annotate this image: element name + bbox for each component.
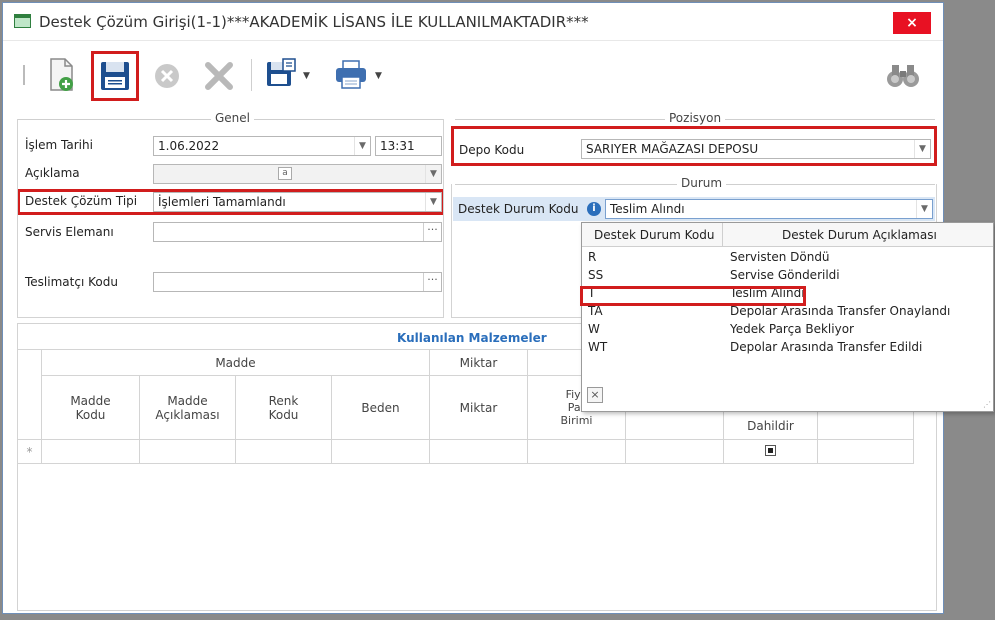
new-row-madde-aciklamasi-cell[interactable]	[139, 439, 236, 464]
depo-kodu-select[interactable]: SARIYER MAĞAZASI DEPOSU ▼	[581, 139, 931, 159]
madde-kodu-header[interactable]: Madde Kodu	[41, 375, 140, 440]
save-as-button[interactable]	[261, 55, 301, 95]
popup-row[interactable]: WT Depolar Arasında Transfer Edildi	[582, 339, 993, 357]
save-button[interactable]	[91, 51, 139, 101]
madde-group-header: Madde	[41, 349, 430, 376]
delete-button[interactable]	[199, 55, 239, 95]
binoculars-icon	[887, 65, 919, 87]
title-bar: Destek Çözüm Girişi(1-1)***AKADEMİK LİSA…	[3, 3, 943, 41]
miktar-header[interactable]: Miktar	[429, 375, 528, 440]
destek-durum-popup: Destek Durum Kodu Destek Durum Açıklamas…	[580, 222, 994, 412]
print-button[interactable]	[331, 55, 371, 95]
save-as-icon	[267, 58, 296, 86]
new-row-marker: *	[17, 439, 42, 464]
malzemeler-title: Kullanılan Malzemeler	[397, 331, 547, 345]
toolbar-grip[interactable]	[23, 65, 25, 85]
new-row-beden-cell[interactable]	[331, 439, 430, 464]
popup-col-desc[interactable]: Destek Durum Açıklaması	[782, 228, 937, 242]
row-indicator-header	[17, 349, 42, 440]
destek-durum-kodu-dropdown-icon[interactable]: ▼	[916, 200, 932, 218]
popup-header: Destek Durum Kodu Destek Durum Açıklamas…	[582, 223, 993, 247]
madde-aciklamasi-header[interactable]: Madde Açıklaması	[139, 375, 236, 440]
new-document-icon	[50, 58, 73, 91]
popup-row-desc: Depolar Arasında Transfer Onaylandı	[730, 304, 951, 318]
popup-row-desc: Depolar Arasında Transfer Edildi	[730, 340, 923, 354]
window-title: Destek Çözüm Girişi(1-1)***AKADEMİK LİSA…	[39, 13, 589, 31]
new-row-extra-cell[interactable]	[625, 439, 724, 464]
depo-kodu-dropdown-icon[interactable]: ▼	[914, 140, 930, 158]
destek-durum-kodu-label: Destek Durum Kodu	[458, 202, 579, 216]
popup-row-code: W	[588, 322, 600, 336]
popup-row[interactable]: R Servisten Döndü	[582, 249, 993, 267]
popup-row[interactable]: W Yedek Parça Bekliyor	[582, 321, 993, 339]
new-row-fiyat-cell[interactable]	[527, 439, 626, 464]
popup-row-code: TA	[588, 304, 603, 318]
genel-panel	[17, 119, 444, 318]
info-icon[interactable]: i	[587, 202, 601, 216]
new-row-dahildir-cell[interactable]	[723, 439, 818, 464]
toolbar-separator	[251, 59, 252, 91]
depo-kodu-label: Depo Kodu	[459, 143, 525, 157]
popup-header-divider	[722, 223, 723, 247]
print-icon	[336, 60, 366, 89]
print-caret-icon[interactable]: ▼	[375, 71, 382, 81]
dahildir-checkbox[interactable]	[765, 444, 776, 456]
save-as-caret-icon[interactable]: ▼	[303, 71, 310, 81]
miktar-group-header: Miktar	[429, 349, 528, 376]
find-button[interactable]	[883, 55, 923, 95]
renk-kodu-header[interactable]: Renk Kodu	[235, 375, 332, 440]
new-row-aciklamasi-cell[interactable]	[817, 439, 914, 464]
new-row-madde-kodu-cell[interactable]	[41, 439, 140, 464]
destek-durum-kodu-value: Teslim Alındı	[610, 202, 685, 216]
popup-col-code[interactable]: Destek Durum Kodu	[594, 228, 714, 242]
pozisyon-group-title: Pozisyon	[665, 111, 726, 125]
popup-row-desc: Servisten Döndü	[730, 250, 830, 264]
popup-row-code: SS	[588, 268, 604, 282]
popup-clear-button[interactable]: ×	[587, 387, 603, 403]
cancel-button[interactable]	[147, 55, 187, 95]
save-icon	[101, 62, 129, 90]
beden-header[interactable]: Beden	[331, 375, 430, 440]
popup-row[interactable]: SS Servise Gönderildi	[582, 267, 993, 285]
popup-row-desc: Servise Gönderildi	[730, 268, 840, 282]
popup-row-desc: Yedek Parça Bekliyor	[730, 322, 854, 336]
toolbar: ▼ ▼	[3, 41, 943, 107]
popup-row-code: R	[588, 250, 597, 264]
popup-row[interactable]: TA Depolar Arasında Transfer Onaylandı	[582, 303, 993, 321]
new-row-miktar-cell[interactable]	[429, 439, 528, 464]
cancel-icon	[155, 64, 179, 88]
popup-row-code: WT	[588, 340, 608, 354]
new-row-renk-kodu-cell[interactable]	[235, 439, 332, 464]
depo-kodu-value: SARIYER MAĞAZASI DEPOSU	[586, 142, 759, 156]
new-document-button[interactable]	[41, 55, 81, 95]
window-app-icon	[14, 14, 31, 28]
destek-durum-kodu-select[interactable]: Teslim Alındı ▼	[605, 199, 933, 219]
popup-resize-grip[interactable]: ⋰	[983, 400, 991, 409]
close-button[interactable]: ×	[893, 12, 931, 34]
delete-icon	[205, 62, 233, 90]
